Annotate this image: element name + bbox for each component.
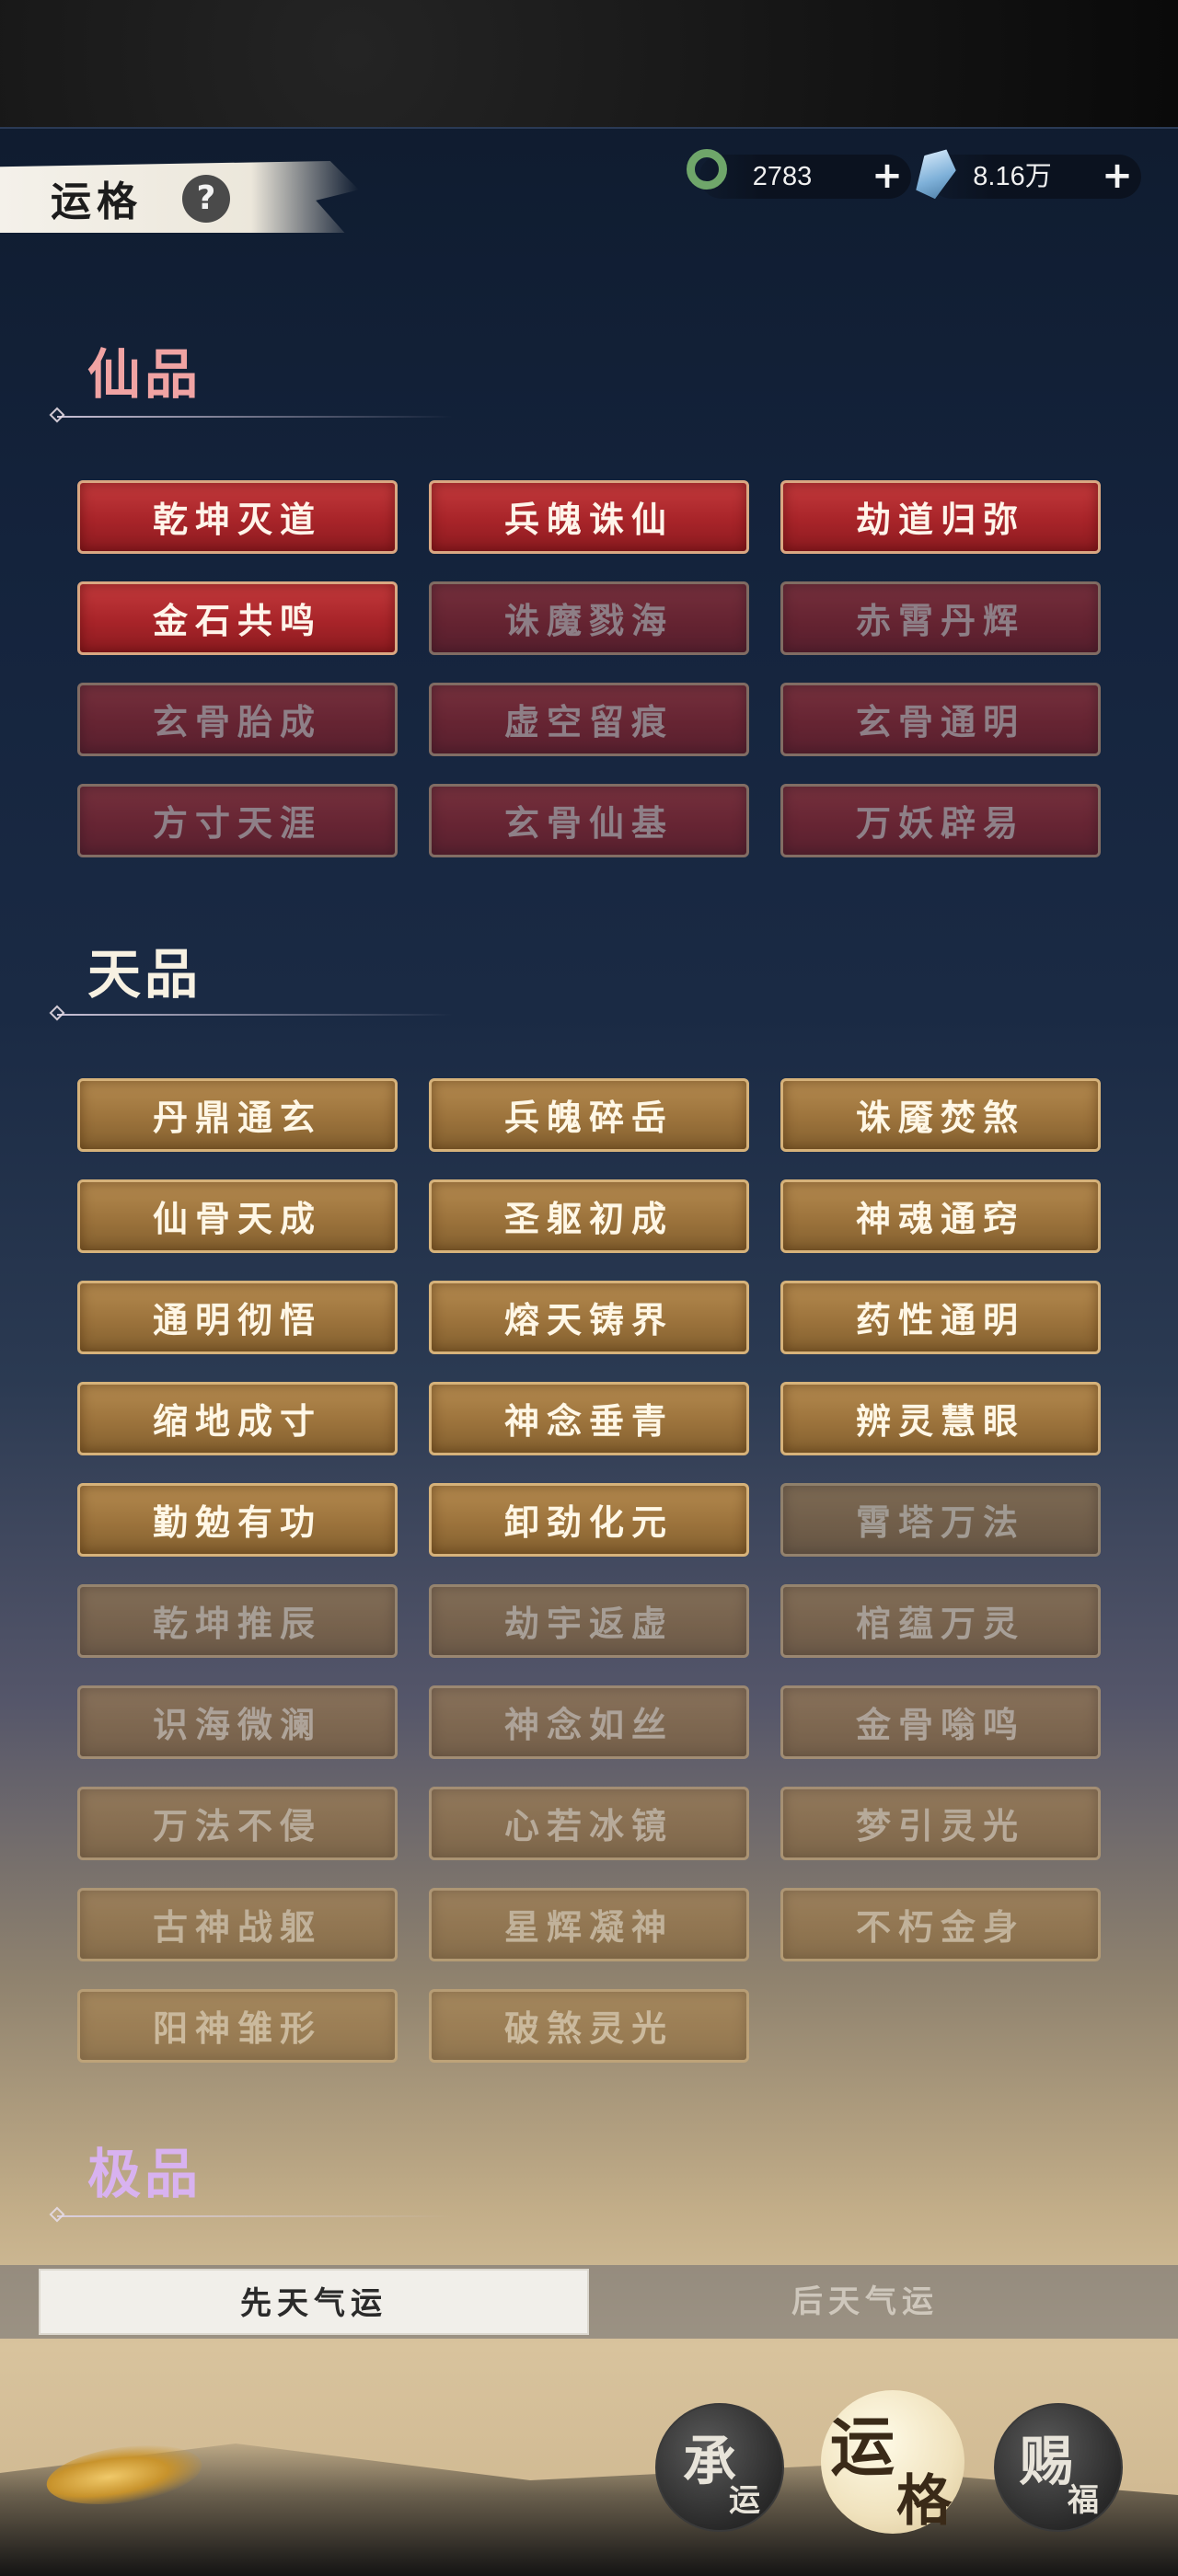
xian-item[interactable]: 玄骨仙基 <box>429 784 749 857</box>
tian-item[interactable]: 破煞灵光 <box>429 1989 749 2063</box>
xian-item[interactable]: 赤霄丹辉 <box>780 581 1101 655</box>
top-decorative-band <box>0 0 1178 129</box>
section-divider <box>57 416 453 418</box>
nav-yunge-button[interactable]: 运 格 <box>821 2390 964 2534</box>
tian-item[interactable]: 劫宇返虚 <box>429 1584 749 1658</box>
tian-item[interactable]: 不朽金身 <box>780 1888 1101 1961</box>
xian-grid: 乾坤灭道 兵魄诛仙 劫道归弥金石共鸣 诛魔戮海 赤霄丹辉玄骨胎成 虚空留痕 玄骨通明方寸天涯… <box>77 480 1101 857</box>
tian-item[interactable]: 药性通明 <box>780 1281 1101 1354</box>
tian-item[interactable]: 神念如丝 <box>429 1685 749 1759</box>
help-icon[interactable]: ? <box>182 175 230 223</box>
tian-item[interactable]: 勤勉有功 <box>77 1483 398 1557</box>
xian-item[interactable]: 虚空留痕 <box>429 683 749 756</box>
tian-item[interactable]: 卸劲化元 <box>429 1483 749 1557</box>
section-divider <box>57 1014 453 1016</box>
nav-chengyun-sub: 运 <box>729 2482 760 2519</box>
section-divider <box>57 2215 453 2217</box>
tian-item[interactable]: 丹鼎通玄 <box>77 1078 398 1152</box>
nav-cifu-main: 赐 <box>1020 2430 1074 2492</box>
xian-item[interactable]: 诛魔戮海 <box>429 581 749 655</box>
xian-item[interactable]: 兵魄诛仙 <box>429 480 749 554</box>
tian-item[interactable]: 金骨嗡鸣 <box>780 1685 1101 1759</box>
currency-crystal-value: 8.16万 <box>973 162 1052 191</box>
tian-item[interactable]: 乾坤推辰 <box>77 1584 398 1658</box>
tian-item[interactable]: 棺蕴万灵 <box>780 1584 1101 1658</box>
xian-item[interactable]: 万妖辟易 <box>780 784 1101 857</box>
currency-jade-value: 2783 <box>752 162 813 191</box>
tian-item[interactable]: 兵魄碎岳 <box>429 1078 749 1152</box>
nav-cifu-sub: 福 <box>1068 2482 1099 2519</box>
tian-item[interactable]: 星辉凝神 <box>429 1888 749 1961</box>
xian-item[interactable]: 劫道归弥 <box>780 480 1101 554</box>
add-jade-button[interactable]: + <box>869 157 906 195</box>
tian-item[interactable]: 熔天铸界 <box>429 1281 749 1354</box>
currency-crystal: 8.16万 + <box>930 155 1141 199</box>
xian-item[interactable]: 玄骨通明 <box>780 683 1101 756</box>
xian-item[interactable]: 乾坤灭道 <box>77 480 398 554</box>
tian-item[interactable]: 神念垂青 <box>429 1382 749 1455</box>
tian-item[interactable]: 仙骨天成 <box>77 1179 398 1253</box>
page-title: 运格 <box>51 178 143 225</box>
tian-item[interactable]: 万法不侵 <box>77 1787 398 1860</box>
nav-cifu-button[interactable]: 赐 福 <box>994 2403 1123 2532</box>
tab-innate-fortune[interactable]: 先天气运 <box>39 2269 589 2335</box>
nav-yunge-sub: 格 <box>896 2469 952 2534</box>
tian-item[interactable]: 辨灵慧眼 <box>780 1382 1101 1455</box>
tian-grid: 丹鼎通玄 兵魄碎岳 诛魇焚煞仙骨天成 圣躯初成 神魂通窍通明彻悟 熔天铸界 药性通明缩地成寸… <box>77 1078 1101 2063</box>
tian-item[interactable]: 梦引灵光 <box>780 1787 1101 1860</box>
tian-item[interactable]: 古神战躯 <box>77 1888 398 1961</box>
tian-item[interactable]: 缩地成寸 <box>77 1382 398 1455</box>
currency-jade: 2783 + <box>687 149 911 199</box>
tian-item[interactable]: 诛魇焚煞 <box>780 1078 1101 1152</box>
tian-item[interactable]: 神魂通窍 <box>780 1179 1101 1253</box>
xian-item[interactable]: 方寸天涯 <box>77 784 398 857</box>
tian-item[interactable]: 心若冰镜 <box>429 1787 749 1860</box>
add-crystal-button[interactable]: + <box>1099 157 1136 195</box>
tian-item[interactable]: 识海微澜 <box>77 1685 398 1759</box>
section-title-tian: 天品 <box>87 943 202 1006</box>
nav-yunge-main: 运 <box>830 2409 895 2485</box>
section-title-xian: 仙品 <box>87 343 202 406</box>
xian-item[interactable]: 玄骨胎成 <box>77 683 398 756</box>
xian-item[interactable]: 金石共鸣 <box>77 581 398 655</box>
tian-item[interactable]: 通明彻悟 <box>77 1281 398 1354</box>
tian-item[interactable]: 霄塔万法 <box>780 1483 1101 1557</box>
nav-chengyun-button[interactable]: 承 运 <box>655 2403 784 2532</box>
tab-acquired-fortune[interactable]: 后天气运 <box>607 2269 1123 2335</box>
section-title-ji: 极品 <box>87 2143 202 2205</box>
tian-item[interactable]: 圣躯初成 <box>429 1179 749 1253</box>
tian-item[interactable]: 阳神雏形 <box>77 1989 398 2063</box>
